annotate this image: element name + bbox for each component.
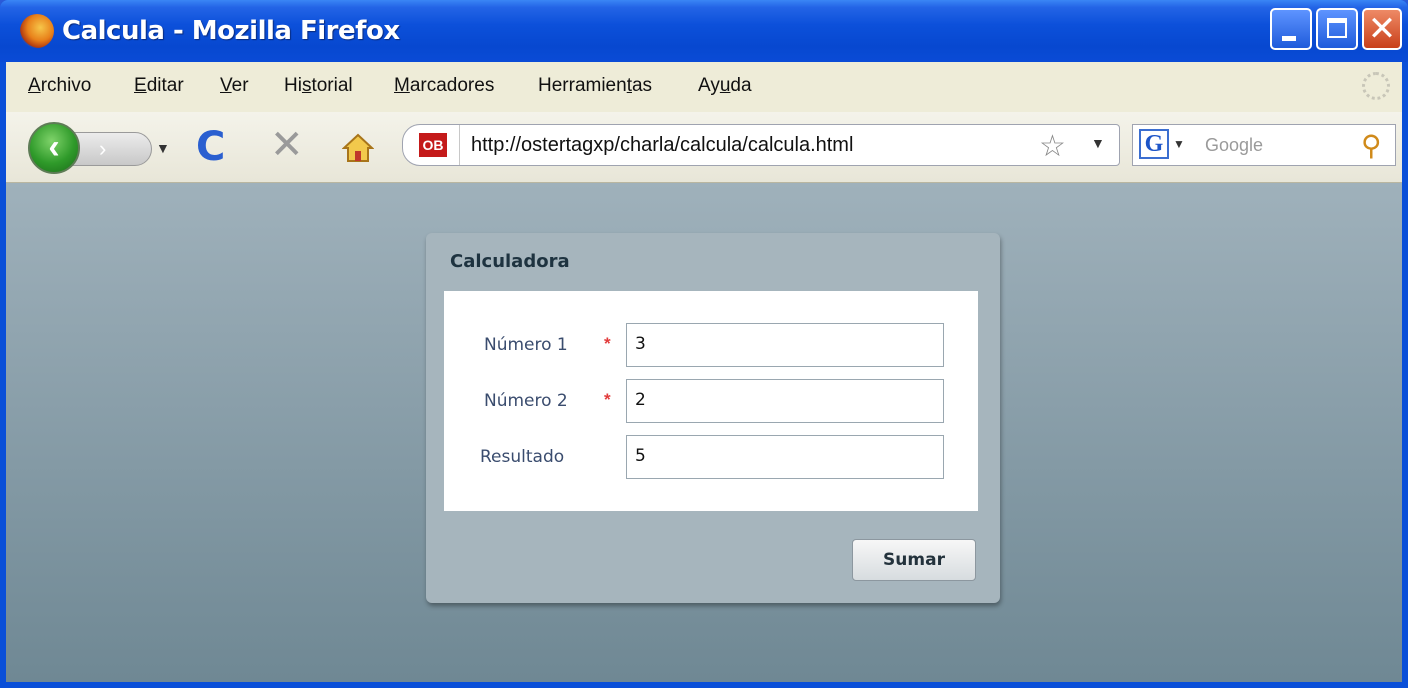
menu-ver[interactable]: Ver xyxy=(220,75,249,97)
navigation-toolbar: › ‹ ▼ C ✕ OB http://ostertagxp/charla/ca… xyxy=(6,112,1402,183)
title-bar[interactable]: Calcula - Mozilla Firefox ✕ xyxy=(0,0,1408,62)
numero2-label: Número 2 xyxy=(484,391,568,411)
required-mark: * xyxy=(604,334,611,353)
form-area: Número 1 * 3 Número 2 * 2 Resultado 5 xyxy=(444,291,978,511)
maximize-button[interactable] xyxy=(1316,8,1358,50)
menu-marcadores[interactable]: Marcadores xyxy=(394,75,494,97)
close-icon: ✕ xyxy=(1367,9,1397,49)
menu-bar: Archivo Editar Ver Historial Marcadores … xyxy=(6,62,1402,112)
menu-ayuda[interactable]: Ayuda xyxy=(698,75,752,97)
close-button[interactable]: ✕ xyxy=(1362,8,1402,50)
home-icon[interactable] xyxy=(342,132,374,164)
numero1-input[interactable]: 3 xyxy=(626,323,944,367)
url-text[interactable]: http://ostertagxp/charla/calcula/calcula… xyxy=(471,134,853,157)
url-dropdown-icon[interactable]: ▼ xyxy=(1091,135,1105,151)
stop-icon[interactable]: ✕ xyxy=(270,122,304,168)
window-title: Calcula - Mozilla Firefox xyxy=(62,16,400,46)
forward-arrow-icon: › xyxy=(99,136,107,161)
engine-dropdown-icon[interactable]: ▼ xyxy=(1173,137,1185,151)
magnifier-icon[interactable]: ⚲ xyxy=(1361,129,1382,162)
search-input[interactable]: Google xyxy=(1205,135,1263,156)
back-arrow-icon: ‹ xyxy=(48,128,60,166)
browser-window: Calcula - Mozilla Firefox ✕ Archivo Edit… xyxy=(0,0,1408,688)
star-icon[interactable]: ☆ xyxy=(1039,129,1066,164)
menu-editar[interactable]: Editar xyxy=(134,75,184,97)
search-box[interactable]: G ▼ Google ⚲ xyxy=(1132,124,1396,166)
resultado-input[interactable]: 5 xyxy=(626,435,944,479)
history-dropdown-icon[interactable]: ▼ xyxy=(156,140,170,156)
required-mark: * xyxy=(604,390,611,409)
throbber-icon xyxy=(1362,72,1390,100)
page-content: Calculadora Número 1 * 3 Número 2 * 2 Re… xyxy=(6,183,1402,682)
back-button[interactable]: ‹ xyxy=(28,122,80,174)
address-bar[interactable]: OB http://ostertagxp/charla/calcula/calc… xyxy=(402,124,1120,166)
numero2-input[interactable]: 2 xyxy=(626,379,944,423)
firefox-logo-icon xyxy=(20,14,54,48)
panel-title: Calculadora xyxy=(450,251,570,272)
calculator-panel: Calculadora Número 1 * 3 Número 2 * 2 Re… xyxy=(426,233,1000,603)
resultado-label: Resultado xyxy=(480,447,565,467)
menu-historial[interactable]: Historial xyxy=(284,75,353,97)
menu-herramientas[interactable]: Herramientas xyxy=(538,75,652,97)
numero1-label: Número 1 xyxy=(484,335,568,355)
minimize-button[interactable] xyxy=(1270,8,1312,50)
search-engine-icon[interactable]: G xyxy=(1139,129,1169,159)
forward-button[interactable]: › xyxy=(70,132,152,166)
sumar-button[interactable]: Sumar xyxy=(852,539,976,581)
site-favicon: OB xyxy=(419,133,447,157)
favicon-divider xyxy=(459,125,460,165)
menu-archivo[interactable]: Archivo xyxy=(28,75,91,97)
reload-icon[interactable]: C xyxy=(196,124,225,170)
